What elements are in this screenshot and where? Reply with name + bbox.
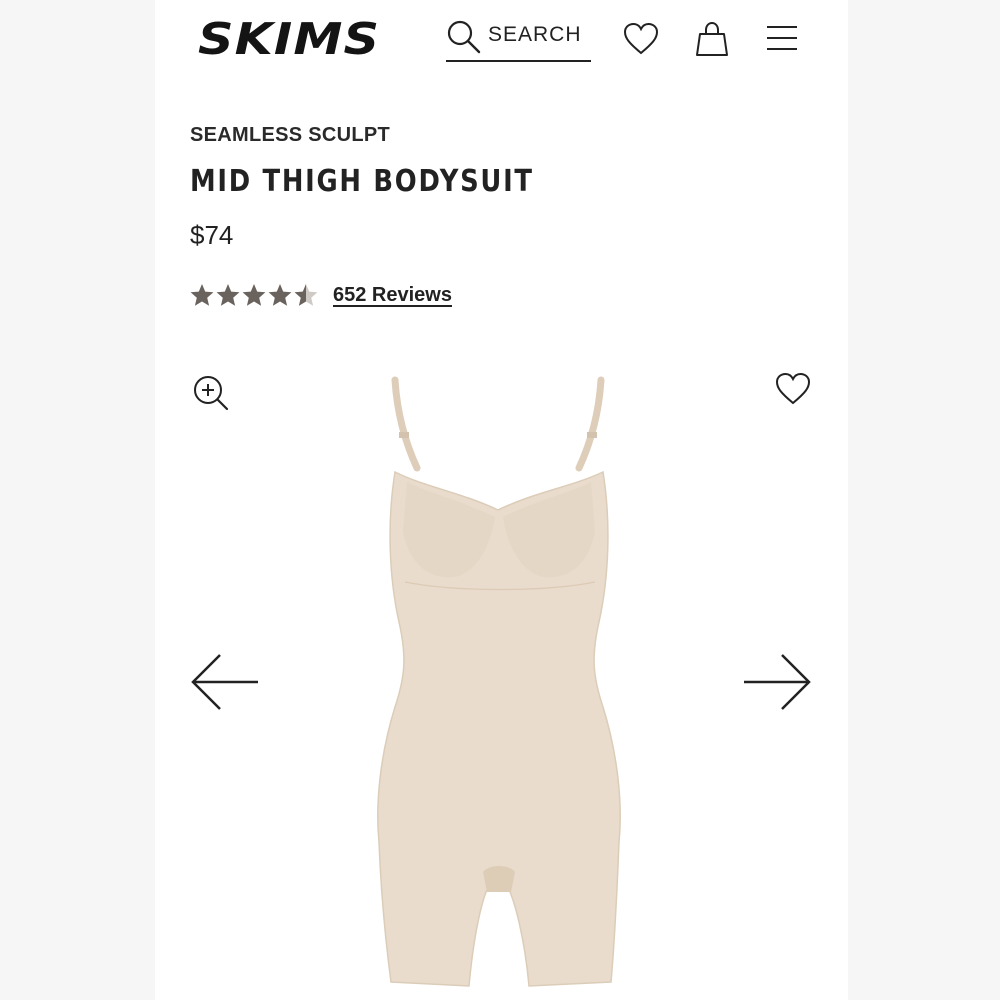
menu-button[interactable] bbox=[765, 24, 799, 57]
reviews-link[interactable]: 652 Reviews bbox=[333, 284, 452, 307]
zoom-in-icon bbox=[194, 376, 229, 411]
next-image-button[interactable] bbox=[742, 652, 812, 717]
previous-image-button[interactable] bbox=[190, 652, 260, 717]
rating-stars-graphic bbox=[190, 284, 318, 306]
star-full-4 bbox=[268, 284, 292, 306]
search-label: SEARCH bbox=[488, 23, 582, 46]
collection-name[interactable]: SEAMLESS SCULPT bbox=[190, 124, 390, 147]
heart-icon bbox=[775, 372, 811, 405]
shopping-bag-icon bbox=[696, 21, 728, 56]
search-icon bbox=[447, 20, 481, 54]
search-button[interactable]: SEARCH bbox=[446, 16, 591, 62]
brand-logo[interactable]: SKIMS bbox=[198, 14, 380, 65]
star-rating[interactable] bbox=[190, 281, 322, 314]
arrow-left-icon bbox=[191, 654, 258, 710]
star-full-3 bbox=[242, 284, 266, 306]
arrow-right-icon bbox=[744, 654, 811, 710]
menu-icon bbox=[767, 26, 797, 50]
product-image[interactable] bbox=[365, 372, 635, 997]
star-full-1 bbox=[190, 284, 214, 306]
heart-icon bbox=[623, 22, 659, 55]
image-wishlist-button[interactable] bbox=[775, 372, 811, 411]
star-full-2 bbox=[216, 284, 240, 306]
product-title: MID THIGH BODYSUIT bbox=[190, 164, 534, 199]
bodysuit-illustration bbox=[377, 376, 621, 987]
wishlist-button[interactable] bbox=[623, 22, 659, 61]
cart-button[interactable] bbox=[695, 20, 729, 63]
product-page: SKIMS SEARCH SEAMLESS SCULPT MID THIGH B… bbox=[155, 0, 848, 1000]
zoom-button[interactable] bbox=[192, 374, 230, 417]
product-price: $74 bbox=[190, 220, 234, 250]
